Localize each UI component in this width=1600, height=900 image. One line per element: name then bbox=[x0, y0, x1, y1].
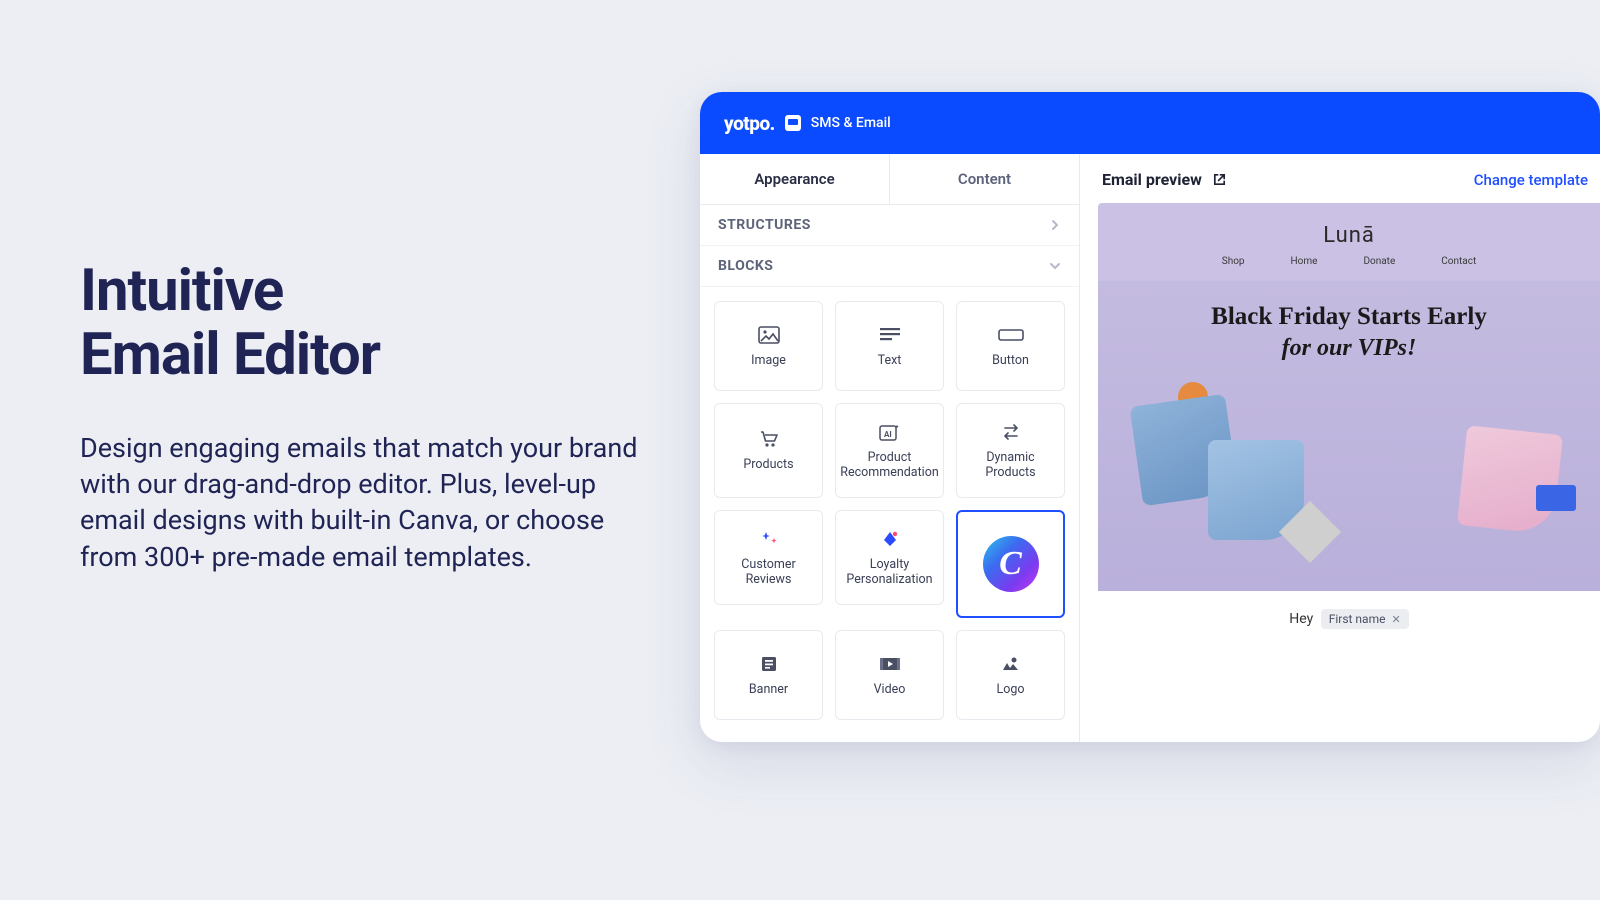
email-brand: Lunā bbox=[1098, 203, 1600, 256]
block-banner[interactable]: Banner bbox=[714, 630, 823, 720]
marketing-body: Design engaging emails that match your b… bbox=[80, 430, 640, 576]
block-text-label: Text bbox=[878, 354, 902, 368]
preview-panel: Email preview Change template Lunā Shop … bbox=[1080, 154, 1600, 742]
block-button-label: Button bbox=[992, 354, 1029, 368]
email-hero: Black Friday Starts Early for our VIPs! bbox=[1098, 281, 1600, 591]
text-icon bbox=[880, 324, 900, 346]
preview-header: Email preview Change template bbox=[1098, 154, 1600, 203]
nav-donate[interactable]: Donate bbox=[1363, 256, 1395, 267]
block-loyalty[interactable]: Loyalty Personalization bbox=[835, 510, 944, 605]
block-products-label: Products bbox=[743, 458, 793, 472]
block-logo[interactable]: Logo bbox=[956, 630, 1065, 720]
email-greeting-row: Hey First name ✕ bbox=[1098, 591, 1600, 647]
email-preview: Lunā Shop Home Donate Contact Black Frid… bbox=[1098, 203, 1600, 742]
nav-shop[interactable]: Shop bbox=[1222, 256, 1245, 267]
brand-logo-text: yotpo. bbox=[724, 112, 775, 135]
blocks-grid: Image Text Button bbox=[700, 287, 1079, 734]
loyalty-icon bbox=[880, 528, 900, 550]
tab-content[interactable]: Content bbox=[890, 154, 1079, 204]
preview-title: Email preview bbox=[1102, 170, 1202, 189]
email-nav: Shop Home Donate Contact bbox=[1098, 256, 1600, 281]
nav-home[interactable]: Home bbox=[1291, 256, 1318, 267]
panel-tabs: Appearance Content bbox=[700, 154, 1079, 205]
block-video[interactable]: Video bbox=[835, 630, 944, 720]
marketing-copy: Intuitive Email Editor Design engaging e… bbox=[80, 260, 640, 575]
block-product-reco-label: Product Recommendation bbox=[840, 451, 939, 480]
block-image-label: Image bbox=[751, 354, 786, 368]
chevron-down-icon bbox=[1049, 260, 1061, 272]
reviews-icon bbox=[758, 528, 780, 550]
app-window: yotpo. SMS & Email Appearance Content ST… bbox=[700, 92, 1600, 742]
block-loyalty-label: Loyalty Personalization bbox=[840, 558, 939, 587]
block-image[interactable]: Image bbox=[714, 301, 823, 391]
block-dynamic-products-label: Dynamic Products bbox=[961, 451, 1060, 480]
block-reviews-label: Customer Reviews bbox=[719, 558, 818, 587]
email-top: Lunā Shop Home Donate Contact bbox=[1098, 203, 1600, 281]
image-icon bbox=[758, 324, 780, 346]
block-text[interactable]: Text bbox=[835, 301, 944, 391]
close-icon[interactable]: ✕ bbox=[1391, 613, 1400, 626]
product-name: SMS & Email bbox=[811, 115, 891, 131]
button-icon bbox=[998, 324, 1024, 346]
section-structures-label: STRUCTURES bbox=[718, 217, 811, 233]
block-video-label: Video bbox=[874, 683, 906, 697]
nav-contact[interactable]: Contact bbox=[1441, 256, 1476, 267]
block-dynamic-products[interactable]: Dynamic Products bbox=[956, 403, 1065, 498]
token-label: First name bbox=[1329, 612, 1386, 626]
email-headline-1: Black Friday Starts Early bbox=[1118, 303, 1580, 331]
cart-icon bbox=[759, 428, 779, 450]
email-headline-2: for our VIPs! bbox=[1118, 335, 1580, 362]
change-template-link[interactable]: Change template bbox=[1474, 171, 1588, 189]
chevron-right-icon bbox=[1049, 219, 1061, 231]
section-structures[interactable]: STRUCTURES bbox=[700, 205, 1079, 246]
logo-icon bbox=[1001, 653, 1021, 675]
editor-panel: Appearance Content STRUCTURES BLOCKS bbox=[700, 154, 1080, 742]
brand-badge-icon bbox=[785, 115, 801, 131]
block-product-recommendation[interactable]: AI Product Recommendation bbox=[835, 403, 944, 498]
block-button[interactable]: Button bbox=[956, 301, 1065, 391]
merge-token-firstname[interactable]: First name ✕ bbox=[1321, 609, 1409, 629]
canva-icon: C bbox=[983, 536, 1039, 592]
block-logo-label: Logo bbox=[996, 683, 1024, 697]
block-customer-reviews[interactable]: Customer Reviews bbox=[714, 510, 823, 605]
swap-icon bbox=[1001, 421, 1021, 443]
greeting-text: Hey bbox=[1289, 611, 1313, 627]
section-blocks[interactable]: BLOCKS bbox=[700, 246, 1079, 287]
marketing-title: Intuitive Email Editor bbox=[80, 260, 640, 388]
video-icon bbox=[879, 653, 901, 675]
block-products[interactable]: Products bbox=[714, 403, 823, 498]
product-illustration bbox=[1118, 380, 1580, 580]
app-header: yotpo. SMS & Email bbox=[700, 92, 1600, 154]
tab-appearance[interactable]: Appearance bbox=[700, 154, 890, 204]
svg-text:AI: AI bbox=[884, 430, 892, 439]
section-blocks-label: BLOCKS bbox=[718, 258, 773, 274]
decor-block-icon bbox=[1536, 485, 1576, 511]
banner-icon bbox=[760, 653, 778, 675]
block-banner-label: Banner bbox=[749, 683, 788, 697]
ai-icon: AI bbox=[879, 421, 901, 443]
external-link-icon[interactable] bbox=[1212, 172, 1227, 187]
product-shoe-pink bbox=[1457, 425, 1563, 534]
block-canva[interactable]: C bbox=[956, 510, 1065, 618]
